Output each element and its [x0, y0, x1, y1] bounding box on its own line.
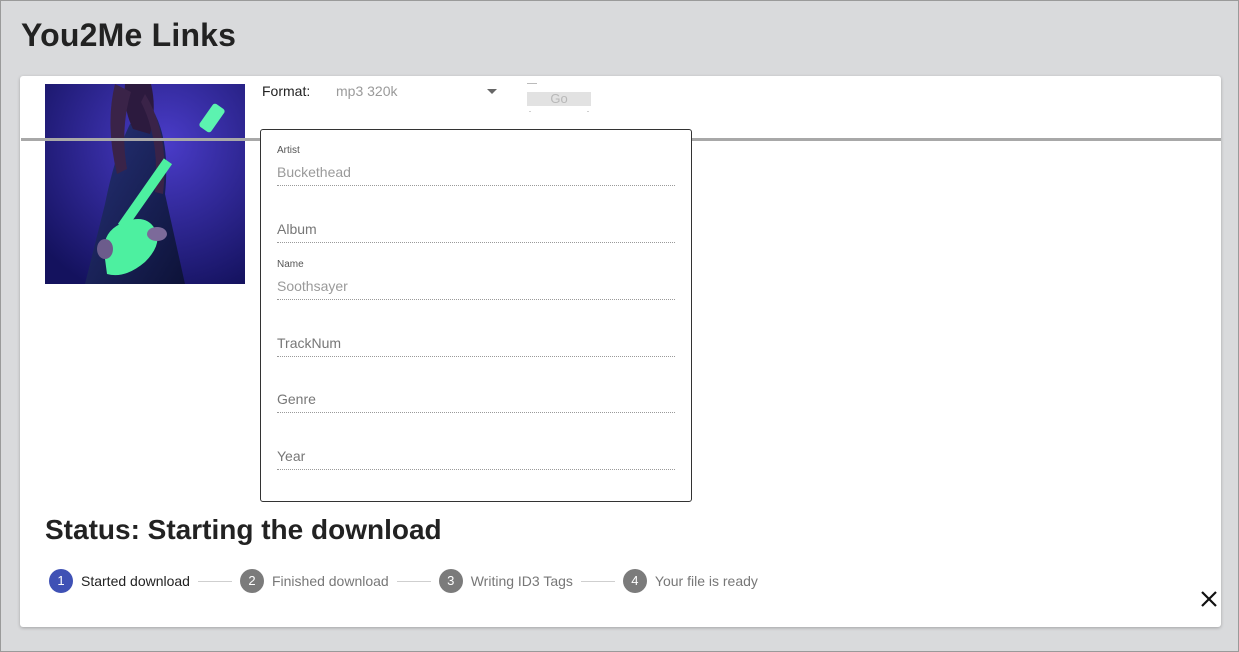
close-button[interactable]: [1199, 589, 1219, 609]
go-button-label: Go: [527, 92, 591, 106]
step-label: Writing ID3 Tags: [470, 573, 573, 589]
genre-placeholder: Genre: [277, 391, 316, 407]
go-button-dot: [587, 111, 589, 112]
artist-label: Artist: [277, 145, 300, 156]
format-select[interactable]: mp3 320k: [336, 83, 501, 103]
format-label: Format:: [262, 83, 311, 99]
step-number: 1: [49, 569, 73, 593]
artist-value: Buckethead: [277, 164, 351, 180]
name-field[interactable]: Name Soothsayer: [277, 259, 675, 300]
step-started-download: 1 Started download: [49, 569, 190, 593]
close-icon: [1201, 591, 1217, 607]
year-field[interactable]: Year: [277, 429, 675, 470]
chevron-down-icon: [487, 89, 497, 94]
go-button-edge: [527, 83, 537, 84]
format-selected-value: mp3 320k: [336, 83, 398, 99]
tracknum-placeholder: TrackNum: [277, 335, 342, 351]
step-number: 3: [438, 569, 463, 593]
year-placeholder: Year: [277, 448, 306, 464]
step-number: 2: [239, 569, 264, 593]
step-finished-download: 2 Finished download: [239, 569, 389, 593]
tracknum-field[interactable]: TrackNum: [277, 316, 675, 357]
progress-stepper: 1 Started download 2 Finished download 3…: [49, 569, 758, 593]
step-label: Started download: [81, 573, 190, 589]
album-field[interactable]: Album: [277, 202, 675, 243]
id3-tag-form: Artist Buckethead Album Name Soothsayer …: [260, 129, 692, 502]
video-thumbnail: [45, 84, 245, 284]
page-title: You2Me Links: [21, 17, 237, 53]
go-button-dot: [529, 111, 531, 112]
step-label: Finished download: [271, 573, 389, 589]
artist-field[interactable]: Artist Buckethead: [277, 145, 675, 186]
step-number: 4: [622, 569, 647, 593]
album-placeholder: Album: [277, 221, 317, 237]
step-connector: [197, 580, 232, 582]
step-connector: [396, 580, 431, 582]
name-label: Name: [277, 259, 304, 270]
step-label: Your file is ready: [654, 573, 758, 589]
name-value: Soothsayer: [277, 278, 348, 294]
genre-field[interactable]: Genre: [277, 372, 675, 413]
step-writing-id3-tags: 3 Writing ID3 Tags: [438, 569, 573, 593]
go-button[interactable]: Go: [527, 83, 591, 113]
status-title: Status: Starting the download: [45, 514, 442, 545]
step-connector: [580, 580, 615, 582]
step-file-ready: 4 Your file is ready: [622, 569, 758, 593]
